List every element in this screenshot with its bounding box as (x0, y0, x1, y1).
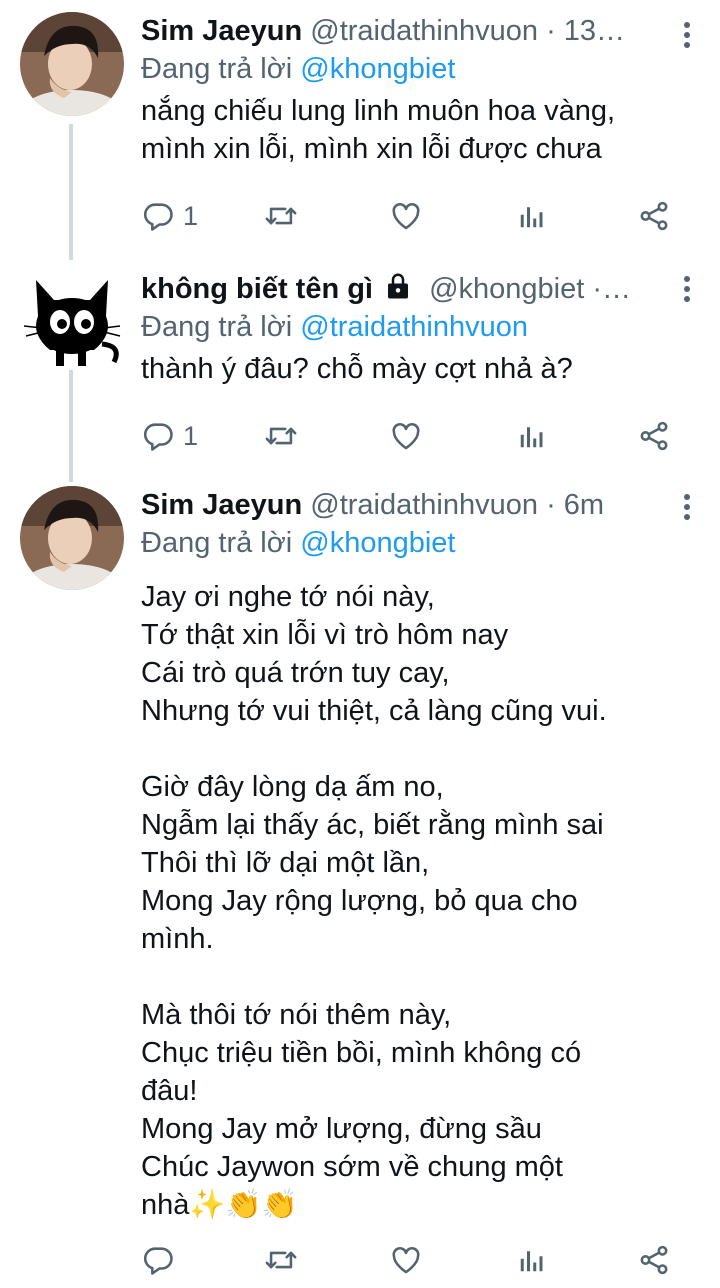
like-button[interactable] (389, 416, 423, 456)
tweet-text: Jay ơi nghe tớ nói này, Tớ thật xin lỗi … (141, 581, 607, 1221)
separator: · (592, 273, 603, 305)
share-button[interactable] (637, 1240, 671, 1280)
mention-link[interactable]: @traidathinhvuon (300, 311, 528, 343)
retweet-icon (263, 1243, 299, 1277)
like-button[interactable] (389, 196, 423, 236)
mention-link[interactable]: @khongbiet (300, 527, 455, 559)
tweet-text: nắng chiếu lung linh muôn hoa vàng, mình… (141, 95, 616, 165)
analytics-icon (517, 201, 547, 231)
analytics-button[interactable] (517, 416, 547, 456)
share-icon (637, 199, 671, 233)
lock-icon (383, 271, 413, 308)
like-button[interactable] (389, 1240, 423, 1280)
separator: · (546, 15, 564, 47)
replying-to-label: Đang trả lời (141, 311, 293, 343)
timestamp[interactable]: 6m (564, 489, 604, 521)
retweet-button[interactable] (263, 196, 299, 236)
user-handle[interactable]: @traidathinhvuon (310, 489, 538, 521)
user-handle[interactable]: @khongbiet (429, 273, 584, 305)
heart-icon (389, 199, 423, 233)
share-button[interactable] (637, 416, 671, 456)
share-icon (637, 1243, 671, 1277)
timestamp[interactable]: … (602, 273, 631, 305)
reply-icon (141, 199, 175, 233)
reply-button[interactable] (141, 1240, 183, 1280)
separator: · (546, 489, 564, 521)
avatar[interactable] (20, 486, 124, 590)
reply-icon (141, 1243, 175, 1277)
avatar[interactable] (20, 12, 124, 116)
avatar[interactable] (20, 266, 124, 370)
heart-icon (389, 419, 423, 453)
display-name[interactable]: Sim Jaeyun (141, 15, 302, 47)
reply-button[interactable]: 1 (141, 196, 198, 236)
user-handle[interactable]: @traidathinhvuon (310, 15, 538, 47)
analytics-button[interactable] (517, 1240, 547, 1280)
replying-to-label: Đang trả lời (141, 527, 293, 559)
reply-button[interactable]: 1 (141, 416, 198, 456)
timestamp[interactable]: 13… (564, 15, 625, 47)
share-icon (637, 419, 671, 453)
retweet-button[interactable] (263, 1240, 299, 1280)
reply-icon (141, 419, 175, 453)
retweet-icon (263, 199, 299, 233)
replying-to: Đang trả lời @khongbiet (141, 50, 700, 88)
retweet-button[interactable] (263, 416, 299, 456)
more-options-icon[interactable] (684, 276, 690, 306)
tweet-actions: 1 (141, 416, 701, 456)
tweet-text: thành ý đâu? chỗ mày cợt nhả à? (141, 353, 573, 385)
mention-link[interactable]: @khongbiet (300, 53, 455, 85)
tweet-actions (141, 1240, 701, 1280)
share-button[interactable] (637, 196, 671, 236)
tweet-1[interactable]: Sim Jaeyun @traidathinhvuon · 13… Đang t… (0, 0, 720, 262)
display-name[interactable]: không biết tên gì (141, 273, 373, 305)
more-options-icon[interactable] (684, 22, 690, 52)
analytics-icon (517, 1245, 547, 1275)
reply-count: 1 (183, 200, 199, 231)
more-options-icon[interactable] (684, 494, 690, 524)
tweet-3[interactable]: Sim Jaeyun @traidathinhvuon · 6m Đang tr… (0, 484, 720, 1288)
reply-count: 1 (183, 420, 199, 451)
replying-to-label: Đang trả lời (141, 53, 293, 85)
retweet-icon (263, 419, 299, 453)
replying-to: Đang trả lời @khongbiet (141, 524, 700, 562)
heart-icon (389, 1243, 423, 1277)
tweet-header: Sim Jaeyun @traidathinhvuon · 13… (141, 12, 700, 50)
display-name[interactable]: Sim Jaeyun (141, 489, 302, 521)
analytics-icon (517, 421, 547, 451)
tweet-header: không biết tên gì @khongbiet ·… (141, 270, 700, 308)
tweet-header: Sim Jaeyun @traidathinhvuon · 6m (141, 486, 700, 524)
analytics-button[interactable] (517, 196, 547, 236)
tweet-2[interactable]: không biết tên gì @khongbiet ·… Đang trả… (0, 262, 720, 484)
tweet-actions: 1 (141, 196, 701, 236)
replying-to: Đang trả lời @traidathinhvuon (141, 308, 700, 346)
